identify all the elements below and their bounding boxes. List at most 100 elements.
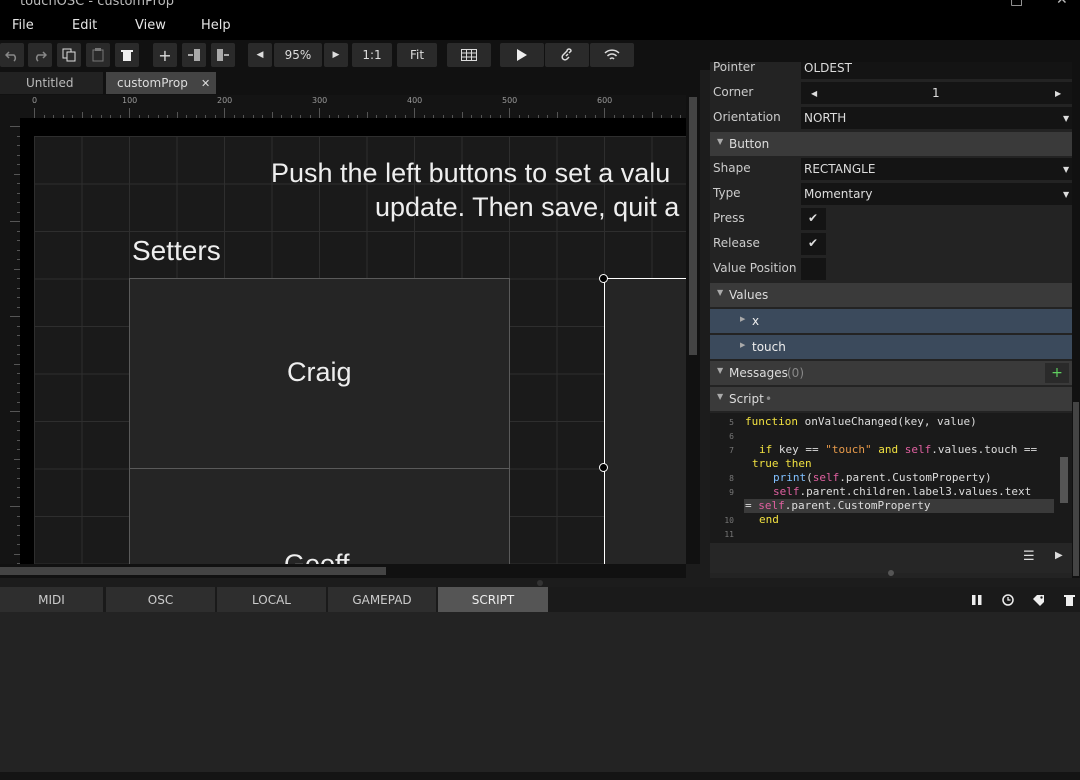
tab-label: customProp (117, 76, 188, 90)
tab-local[interactable]: LOCAL (217, 587, 326, 612)
prop-corner: Corner ◀ 1 ▶ (710, 81, 1072, 105)
resize-handle[interactable] (599, 463, 608, 472)
value-label: x (752, 314, 760, 328)
decrement-icon[interactable]: ◀ (811, 89, 817, 98)
add-icon: + (158, 45, 172, 65)
scroll-thumb[interactable] (1073, 402, 1079, 576)
chevron-down-icon: ▼ (1063, 189, 1070, 199)
redo-button[interactable] (28, 43, 52, 67)
grid-button[interactable] (447, 43, 491, 67)
tab-customprop[interactable]: customProp ✕ (106, 72, 216, 94)
increment-icon[interactable]: ▶ (1055, 89, 1061, 98)
section-button[interactable]: ▼ Button (710, 132, 1072, 156)
ruler-tick (10, 126, 20, 127)
trash-icon (1064, 594, 1075, 606)
tab-gamepad[interactable]: GAMEPAD (328, 587, 436, 612)
shape-value: RECTANGLE (804, 162, 876, 176)
connections-button[interactable] (545, 43, 589, 67)
canvas-vertical-scrollbar[interactable] (686, 95, 700, 564)
orientation-select[interactable]: NORTH ▼ (801, 107, 1072, 129)
prop-shape: Shape RECTANGLE ▼ (710, 157, 1072, 181)
section-values[interactable]: ▼ Values (710, 283, 1072, 307)
corner-stepper[interactable]: ◀ 1 ▶ (801, 82, 1072, 104)
add-control-button[interactable]: + (153, 43, 177, 67)
resize-handle[interactable] (599, 274, 608, 283)
undo-button[interactable] (0, 43, 24, 67)
add-message-button[interactable]: + (1045, 363, 1069, 383)
press-checkbox[interactable]: ✔ (801, 208, 826, 230)
delete-icon (121, 50, 133, 61)
section-title: Messages (729, 366, 788, 380)
close-tab-icon[interactable]: ✕ (201, 77, 210, 90)
ruler-tick (34, 108, 35, 118)
move-out-button[interactable] (211, 43, 235, 67)
pause-button[interactable] (961, 587, 992, 612)
undo-icon (5, 51, 17, 62)
copy-button[interactable] (57, 43, 81, 67)
maximize-icon[interactable]: □ (1010, 0, 1023, 8)
type-select[interactable]: Momentary ▼ (801, 183, 1072, 205)
prop-type: Type Momentary ▼ (710, 182, 1072, 206)
menu-edit[interactable]: Edit (72, 18, 97, 33)
move-in-button[interactable] (182, 43, 206, 67)
menu-help[interactable]: Help (201, 18, 231, 33)
script-editor[interactable]: 5 function onValueChanged(key, value) 6 … (710, 413, 1072, 543)
timestamp-button[interactable] (992, 587, 1023, 612)
document-tabs: Untitled customProp ✕ (0, 70, 700, 95)
selected-control[interactable] (604, 278, 686, 564)
inspector-scrollbar[interactable] (1072, 62, 1080, 578)
splitter-handle[interactable] (537, 580, 543, 586)
checkmark-icon: ✔ (808, 211, 819, 225)
release-checkbox[interactable]: ✔ (801, 233, 826, 255)
delete-button[interactable] (115, 43, 139, 67)
shape-select[interactable]: RECTANGLE ▼ (801, 158, 1072, 180)
section-messages[interactable]: ▼ Messages (0) + (710, 361, 1072, 385)
menu-file[interactable]: File (12, 18, 34, 33)
bottom-tabs: MIDI OSC LOCAL GAMEPAD SCRIPT (0, 587, 1080, 612)
close-window-icon[interactable]: ✕ (1056, 0, 1068, 8)
zoom-in-button[interactable]: ▶ (324, 43, 348, 67)
section-script[interactable]: ▼ Script • (710, 387, 1072, 411)
run-button[interactable] (500, 43, 544, 67)
section-title: Script (729, 392, 764, 406)
canvas-horizontal-scrollbar[interactable] (0, 564, 686, 578)
tab-osc[interactable]: OSC (106, 587, 215, 612)
value-label: touch (752, 340, 786, 354)
wifi-button[interactable] (590, 43, 634, 67)
menu-button[interactable]: ☰ (1023, 549, 1045, 567)
zoom-1-1-button[interactable]: 1:1 (352, 43, 392, 67)
value-position-checkbox[interactable] (801, 258, 826, 280)
pointer-select[interactable]: OLDEST (801, 62, 1072, 79)
scroll-thumb[interactable] (0, 567, 386, 575)
clear-button[interactable] (1054, 587, 1080, 612)
menu-bar: File Edit View Help (0, 12, 1080, 40)
craig-button[interactable]: Craig (129, 278, 510, 469)
tab-midi[interactable]: MIDI (0, 587, 103, 612)
tab-untitled[interactable]: Untitled (0, 72, 103, 94)
expand-icon: ▶ (740, 341, 746, 349)
ruler-label: 400 (407, 96, 423, 105)
prop-label: Release (713, 236, 760, 250)
value-item-touch[interactable]: ▶ touch (710, 335, 1072, 359)
splitter-handle[interactable] (888, 570, 894, 576)
value-item-x[interactable]: ▶ x (710, 309, 1072, 333)
script-scroll-thumb[interactable] (1060, 457, 1068, 503)
run-script-button[interactable]: ▶ (1055, 550, 1069, 568)
clock-icon (1001, 593, 1014, 606)
script-console[interactable] (0, 612, 1080, 772)
menu-view[interactable]: View (135, 18, 166, 33)
setters-label: Setters (132, 235, 221, 266)
tab-script[interactable]: SCRIPT (438, 587, 548, 612)
zoom-fit-button[interactable]: Fit (397, 43, 437, 67)
modified-indicator: • (765, 392, 773, 406)
chevron-down-icon: ▼ (1063, 113, 1070, 123)
editor-canvas[interactable]: Push the left buttons to set a valu upda… (20, 118, 686, 564)
prop-value-position: Value Position (710, 257, 1072, 281)
scroll-thumb[interactable] (689, 97, 697, 355)
geoff-button[interactable]: Geoff (129, 468, 510, 564)
line-number: 10 (724, 516, 734, 525)
title-bar: touchOSC - customProp □ ✕ (0, 0, 1080, 12)
tag-button[interactable] (1023, 587, 1054, 612)
paste-button[interactable] (86, 43, 110, 67)
zoom-out-button[interactable]: ◀ (248, 43, 272, 67)
